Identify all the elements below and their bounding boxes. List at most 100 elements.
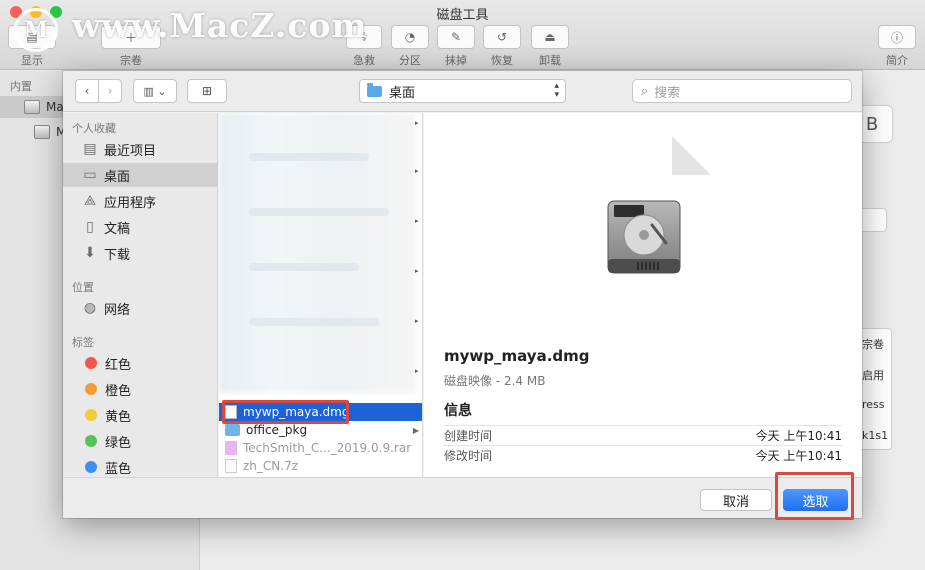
sidebar-item-label: 黄色 <box>105 409 132 425</box>
archive-file-icon <box>225 459 237 473</box>
desktop-icon: ▭ <box>83 167 97 183</box>
capacity-unit: B <box>865 113 879 135</box>
sidebar-tag-green[interactable]: 绿色 <box>63 429 218 453</box>
sidebar-item-label: 下载 <box>104 247 131 263</box>
dialog-sidebar: 个人收藏 ▤ 最近项目 ▭ 桌面 ⟁ 应用程序 ▯ 文稿 ⬇ 下载 位置 ◍ 网… <box>63 113 218 477</box>
recents-icon: ▤ <box>83 141 97 157</box>
modified-label: 修改时间 <box>444 449 493 463</box>
green-tag-icon <box>85 435 97 447</box>
sidebar-item-label: 蓝色 <box>105 461 132 477</box>
sidebar-item-downloads[interactable]: ⬇ 下载 <box>63 241 218 265</box>
dialog-toolbar: ‹ › ▥ ⌄ ⊞ 桌面 ▴ ▾ ⌕ 搜索 <box>63 71 862 112</box>
partition-label: 分区 <box>399 54 421 67</box>
search-icon: ⌕ <box>641 83 649 99</box>
erase-label: 抹掉 <box>445 54 467 67</box>
detail-volume: 宗卷 <box>862 338 884 351</box>
restore-label: 恢复 <box>491 54 513 67</box>
restore-button[interactable]: ↺ <box>483 25 521 49</box>
disk-icon <box>34 125 50 139</box>
back-button[interactable]: ‹ <box>75 79 99 103</box>
internal-header: 内置 <box>10 80 32 93</box>
view-label: 显示 <box>21 54 43 67</box>
sidebar-item-recents[interactable]: ▤ 最近项目 <box>63 137 218 161</box>
unmount-label: 卸载 <box>539 54 561 67</box>
location-label: 桌面 <box>389 85 416 101</box>
network-icon: ◍ <box>83 300 97 316</box>
file-name: zh_CN.7z <box>243 459 299 473</box>
created-value: 今天 上午10:41 <box>755 429 842 443</box>
modified-value: 今天 上午10:41 <box>755 449 842 463</box>
disk-item-label: Ma <box>46 100 64 114</box>
rar-file-icon <box>225 441 237 455</box>
folder-icon <box>225 424 240 436</box>
blue-tag-icon <box>85 461 97 473</box>
yellow-tag-icon <box>85 409 97 421</box>
file-row-rar: TechSmith_C..._2019.0.9.rar <box>219 439 422 457</box>
file-name: office_pkg <box>246 423 308 437</box>
locations-header: 位置 <box>72 281 94 294</box>
blurred-row <box>249 208 389 216</box>
page-fold-icon <box>672 135 710 175</box>
macz-logo: M <box>14 8 58 52</box>
forward-button[interactable]: › <box>98 79 122 103</box>
detail-address: ress <box>862 398 885 411</box>
preview-subtitle: 磁盘映像 - 2.4 MB <box>444 374 546 388</box>
sidebar-item-documents[interactable]: ▯ 文稿 <box>63 215 218 239</box>
sidebar-item-label: 网络 <box>104 302 131 318</box>
sidebar-item-applications[interactable]: ⟁ 应用程序 <box>63 189 218 213</box>
blurred-row <box>249 263 359 271</box>
unmount-button[interactable]: ⏏ <box>531 25 569 49</box>
dialog-button-bar: 取消 选取 <box>63 472 862 520</box>
downloads-icon: ⬇ <box>84 245 96 261</box>
columns-view-icon: ▥ ⌄ <box>143 84 167 98</box>
preview-filename: mywp_maya.dmg <box>444 347 590 365</box>
favorites-header: 个人收藏 <box>72 122 116 135</box>
sidebar-item-label: 橙色 <box>105 383 132 399</box>
new-folder-button[interactable]: ⊞ <box>187 79 227 103</box>
sidebar-item-label: 桌面 <box>104 169 131 185</box>
location-popup[interactable]: 桌面 ▴ ▾ <box>359 79 566 103</box>
info-label: 简介 <box>886 54 908 67</box>
folder-icon <box>367 82 382 97</box>
sidebar-item-label: 应用程序 <box>104 195 157 211</box>
disk-icon <box>24 100 40 114</box>
sidebar-tag-yellow[interactable]: 黄色 <box>63 403 218 427</box>
blurred-row <box>249 153 369 161</box>
sidebar-tag-orange[interactable]: 橙色 <box>63 377 218 401</box>
created-label: 创建时间 <box>444 429 493 443</box>
modified-row: 修改时间 今天 上午10:41 <box>444 445 842 465</box>
info-button[interactable]: ⓘ <box>878 25 916 49</box>
documents-icon: ▯ <box>86 219 94 235</box>
applications-icon: ⟁ <box>83 193 97 209</box>
watermark-text: www.MacZ.com <box>72 6 368 45</box>
tags-header: 标签 <box>72 336 94 349</box>
disk-image-icon <box>607 200 681 274</box>
cancel-button[interactable]: 取消 <box>700 489 772 511</box>
sidebar-item-desktop[interactable]: ▭ 桌面 <box>63 163 218 187</box>
sidebar-item-label: 绿色 <box>105 435 132 451</box>
chevron-right-icon: ▶ <box>412 425 419 435</box>
search-field[interactable]: ⌕ 搜索 <box>632 79 852 103</box>
sidebar-item-network[interactable]: ◍ 网络 <box>63 296 218 320</box>
file-browser-column[interactable]: ▸ ▸ ▸ ▸ ▸ ▸ mywp_maya.dmg office_pkg ▶ TechS… <box>219 113 423 477</box>
partition-button[interactable]: ◔ <box>391 25 429 49</box>
volume-label: 宗卷 <box>120 54 142 67</box>
new-folder-icon: ⊞ <box>201 84 213 98</box>
sidebar-item-label: 红色 <box>105 357 132 373</box>
sidebar-item-label: 文稿 <box>104 221 131 237</box>
detail-enabled: 启用 <box>862 369 884 382</box>
red-tag-icon <box>85 357 97 369</box>
file-highlight-annotation <box>222 400 349 424</box>
info-header: 信息 <box>444 403 472 419</box>
view-mode-button[interactable]: ▥ ⌄ <box>133 79 177 103</box>
sidebar-tag-red[interactable]: 红色 <box>63 351 218 375</box>
erase-button[interactable]: ✎ <box>437 25 475 49</box>
sidebar-tag-blue[interactable]: 蓝色 <box>63 455 218 479</box>
created-row: 创建时间 今天 上午10:41 <box>444 425 842 445</box>
sidebar-item-label: 最近项目 <box>104 143 157 159</box>
orange-tag-icon <box>85 383 97 395</box>
file-name: TechSmith_C..._2019.0.9.rar <box>243 441 412 455</box>
popup-arrows-icon: ▴ ▾ <box>554 81 559 100</box>
preview-pane: mywp_maya.dmg 磁盘映像 - 2.4 MB 信息 创建时间 今天 上… <box>424 113 862 477</box>
button-highlight-annotation <box>775 472 854 520</box>
